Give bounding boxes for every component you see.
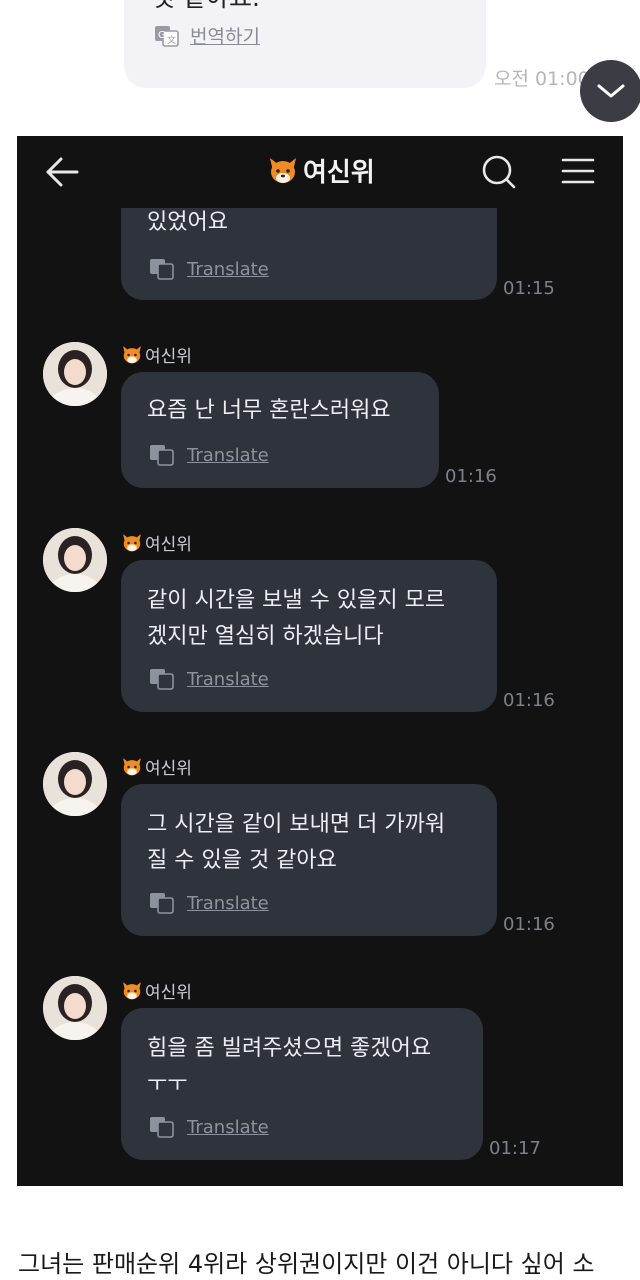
sender-name: 여신위 <box>121 978 192 1003</box>
message-time: 01:15 <box>503 278 555 299</box>
translate-link[interactable]: G 文 번역하기 <box>154 22 260 49</box>
message-text-line: 겠지만 열심히 하겠습니다 <box>147 624 384 649</box>
chat-header: 여신위 <box>17 136 623 208</box>
fox-emoji-icon <box>123 981 141 999</box>
message-bubble: 같이 시간을 보낼 수 있을지 모르 겠지만 열심히 하겠습니다 Transla… <box>121 560 497 712</box>
translate-label: Translate <box>187 258 269 280</box>
fox-emoji-icon <box>123 345 141 363</box>
avatar[interactable] <box>43 342 107 406</box>
translate-link[interactable]: Translate <box>149 1116 269 1138</box>
message-bubble: 그 시간을 같이 보내면 더 가까워 질 수 있을 것 같아요 Translat… <box>121 784 497 936</box>
translate-icon <box>150 1117 174 1138</box>
translate-link[interactable]: Translate <box>149 258 269 280</box>
chat-title: 여신위 <box>267 152 375 189</box>
translate-label: 번역하기 <box>190 26 260 48</box>
message-time: 01:16 <box>445 466 497 487</box>
sender-name: 여신위 <box>121 754 192 779</box>
message-bubble: 힘을 좀 빌려주셨으면 좋겠어요 ㅜㅜ Translate <box>121 1008 483 1160</box>
fox-emoji-icon <box>270 157 296 183</box>
fox-emoji-icon <box>123 533 141 551</box>
back-arrow-icon[interactable] <box>45 156 79 188</box>
embedded-chat-screenshot: 여신위 있었어요 Translate 01:15 여신위 요즘 난 너무 혼란스… <box>17 136 623 1186</box>
svg-text:文: 文 <box>167 34 176 46</box>
chevron-down-icon <box>597 84 625 98</box>
translate-label: Translate <box>187 1116 269 1138</box>
message-time: 01:16 <box>503 690 555 711</box>
sender-name-text: 여신위 <box>145 759 192 779</box>
translate-link[interactable]: Translate <box>149 892 269 914</box>
translate-link[interactable]: Translate <box>149 668 269 690</box>
previous-message-bubble: 것 같아요. G 文 번역하기 <box>124 0 486 88</box>
translate-link[interactable]: Translate <box>149 444 269 466</box>
fox-emoji-icon <box>123 757 141 775</box>
translate-label: Translate <box>187 668 269 690</box>
translate-icon <box>150 893 174 914</box>
svg-text:G: G <box>158 30 166 41</box>
message-text-line: 같이 시간을 보낼 수 있을지 모르 <box>147 588 446 613</box>
translate-icon <box>150 259 174 280</box>
message-time: 01:16 <box>503 914 555 935</box>
message-text-line: 그 시간을 같이 보내면 더 가까워 <box>147 812 446 837</box>
translate-icon <box>150 445 174 466</box>
avatar[interactable] <box>43 752 107 816</box>
message-time: 오전 01:00 <box>494 68 590 90</box>
sender-name-text: 여신위 <box>145 535 192 555</box>
message-text-line: 힘을 좀 빌려주셨으면 좋겠어요 <box>147 1036 432 1061</box>
message-bubble: 요즘 난 너무 혼란스러워요 Translate <box>121 372 439 488</box>
sender-name-text: 여신위 <box>145 347 192 367</box>
sender-name-text: 여신위 <box>145 983 192 1003</box>
scroll-to-bottom-button[interactable] <box>580 60 640 122</box>
translate-icon: G 文 <box>155 25 179 47</box>
translate-icon <box>150 669 174 690</box>
translate-label: Translate <box>187 444 269 466</box>
message-text: 것 같아요. <box>152 0 260 14</box>
sender-name: 여신위 <box>121 530 192 555</box>
message-text: 있었어요 <box>147 210 228 235</box>
hamburger-menu-icon[interactable] <box>561 156 595 186</box>
message-text: 요즘 난 너무 혼란스러워요 <box>147 398 391 423</box>
sender-name: 여신위 <box>121 342 192 367</box>
chat-title-text: 여신위 <box>303 158 375 188</box>
caption-text: 그녀는 판매순위 4위라 상위권이지만 이건 아니다 싶어 소 <box>18 1250 595 1278</box>
message-time: 01:17 <box>489 1138 541 1159</box>
avatar[interactable] <box>43 976 107 1040</box>
avatar[interactable] <box>43 528 107 592</box>
message-text-line: 질 수 있을 것 같아요 <box>147 848 337 873</box>
search-icon[interactable] <box>481 154 517 190</box>
message-text-line: ㅜㅜ <box>147 1072 188 1097</box>
translate-label: Translate <box>187 892 269 914</box>
